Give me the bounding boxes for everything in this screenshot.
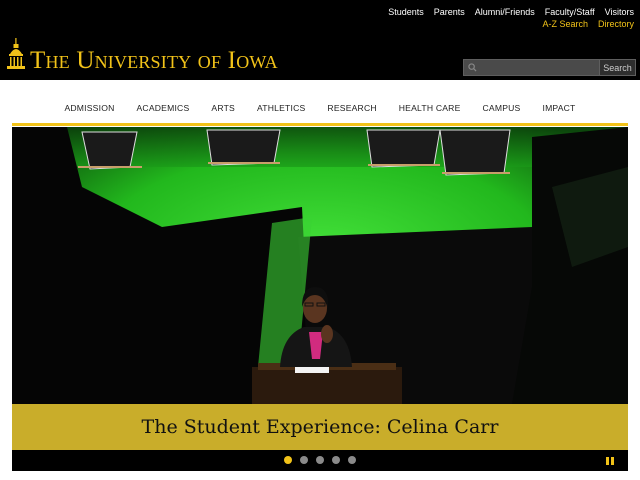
nav-item-arts[interactable]: ARTS <box>200 103 246 113</box>
nav-item-research[interactable]: RESEARCH <box>316 103 387 113</box>
search-button[interactable]: Search <box>600 59 636 76</box>
university-logo[interactable]: The University of Iowa <box>6 38 278 74</box>
hero-image[interactable] <box>12 127 628 404</box>
carousel-controls <box>12 450 628 471</box>
slide-caption[interactable]: The Student Experience: Celina Carr <box>12 404 628 450</box>
old-capitol-dome-icon <box>7 38 25 69</box>
nav-item-athletics[interactable]: ATHLETICS <box>246 103 316 113</box>
nav-item-health-care[interactable]: HEALTH CARE <box>388 103 472 113</box>
util-link-faculty-staff[interactable]: Faculty/Staff <box>545 7 595 17</box>
pause-icon[interactable] <box>606 457 614 465</box>
nav-item-academics[interactable]: ACADEMICS <box>126 103 201 113</box>
hero-carousel: The Student Experience: Celina Carr <box>12 127 628 471</box>
utility-nav-audience: Students Parents Alumni/Friends Faculty/… <box>388 7 634 17</box>
util-link-directory[interactable]: Directory <box>598 19 634 29</box>
carousel-pagination <box>284 456 356 464</box>
util-link-parents[interactable]: Parents <box>434 7 465 17</box>
carousel-dot-4[interactable] <box>332 456 340 464</box>
util-link-students[interactable]: Students <box>388 7 424 17</box>
util-link-alumni-friends[interactable]: Alumni/Friends <box>475 7 535 17</box>
carousel-dot-1[interactable] <box>284 456 292 464</box>
utility-nav-tools: A-Z Search Directory <box>542 19 634 29</box>
search-icon <box>468 63 477 72</box>
site-search: Search <box>463 59 636 78</box>
nav-item-admission[interactable]: ADMISSION <box>53 103 125 113</box>
nav-item-impact[interactable]: IMPACT <box>531 103 586 113</box>
slide-caption-text: The Student Experience: Celina Carr <box>141 416 499 438</box>
nav-item-campus[interactable]: CAMPUS <box>472 103 532 113</box>
search-input[interactable] <box>464 62 599 78</box>
carousel-dot-2[interactable] <box>300 456 308 464</box>
search-field[interactable] <box>463 59 600 78</box>
university-wordmark: The University of Iowa <box>30 47 278 74</box>
carousel-dot-5[interactable] <box>348 456 356 464</box>
site-header: Students Parents Alumni/Friends Faculty/… <box>0 0 640 80</box>
carousel-dot-3[interactable] <box>316 456 324 464</box>
util-link-visitors[interactable]: Visitors <box>605 7 634 17</box>
main-navigation: ADMISSION ACADEMICS ARTS ATHLETICS RESEA… <box>12 93 628 126</box>
util-link-a-z-search[interactable]: A-Z Search <box>542 19 588 29</box>
